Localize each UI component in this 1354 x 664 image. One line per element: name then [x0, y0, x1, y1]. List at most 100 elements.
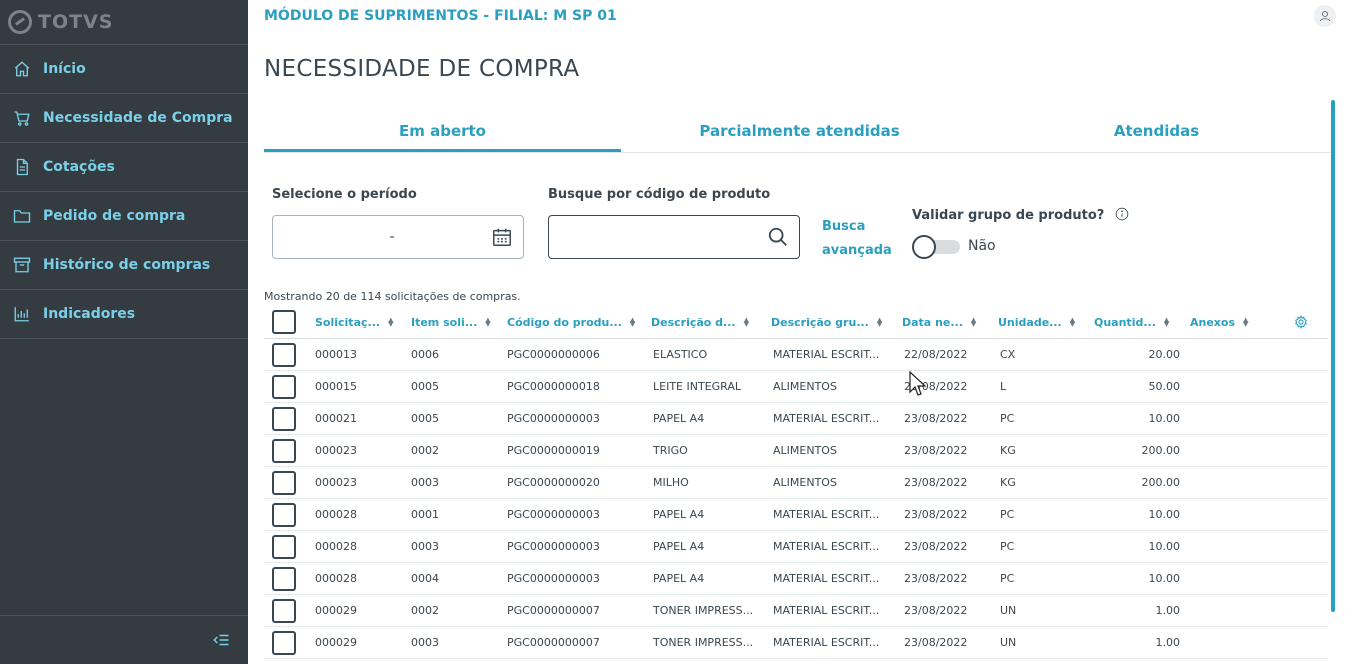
column-header-label: Data ne... [902, 315, 963, 329]
module-title: MÓDULO DE SUPRIMENTOS - FILIAL: M SP 01 [264, 8, 617, 24]
sort-icon[interactable]: ▲ ▼ [388, 317, 393, 328]
cell-quantidade: 200.00 [1141, 444, 1181, 457]
sidebar-item-inicio[interactable]: Início [0, 45, 248, 94]
tab-atendidas[interactable]: Atendidas [978, 110, 1335, 152]
cell-quantidade: 10.00 [1148, 572, 1181, 585]
table-header: Solicitaç... ▲ ▼ Item soli... ▲ ▼ Código do pr… [264, 306, 1328, 339]
calendar-icon[interactable] [491, 226, 513, 248]
tab-parcialmente-atendidas[interactable]: Parcialmente atendidas [621, 110, 978, 152]
row-checkbox-cell [272, 595, 296, 626]
cell-anexos [1192, 467, 1282, 498]
scrollbar[interactable] [1331, 100, 1335, 612]
results-count: Mostrando 20 de 114 solicitações de comp… [264, 290, 521, 303]
table-row[interactable]: 000028 0003 PGC0000000003 PAPEL A4 MATERIAL … [264, 531, 1328, 563]
cell-data-necessidade: 23/08/2022 [904, 380, 968, 393]
sort-icon[interactable]: ▲ ▼ [1243, 317, 1248, 328]
cell-solicitacao: 000028 [315, 572, 357, 585]
tab-em-aberto[interactable]: Em aberto [264, 110, 621, 152]
cell-item: 0001 [411, 508, 439, 521]
row-checkbox[interactable] [272, 342, 296, 367]
table-row[interactable]: 000029 0003 PGC0000000007 TONER IMPRESS... M… [264, 627, 1328, 659]
cell-codigo-produto: PGC0000000003 [507, 412, 600, 425]
cell-anexos [1192, 627, 1282, 658]
select-all-checkbox[interactable] [272, 310, 296, 334]
sidebar-item-pedido-de-compra[interactable]: Pedido de compra [0, 192, 248, 241]
search-label: Busque por código de produto [548, 187, 771, 202]
cell-descricao-grupo: MATERIAL ESCRIT... [773, 604, 880, 617]
row-checkbox-cell [272, 371, 296, 402]
table-row[interactable]: 000015 0005 PGC0000000018 LEITE INTEGRAL ALI… [264, 371, 1328, 403]
cell-anexos [1192, 531, 1282, 562]
product-search-input[interactable] [549, 217, 767, 257]
cell-unidade: UN [1000, 636, 1017, 649]
row-checkbox[interactable] [272, 534, 296, 559]
cell-data-necessidade: 23/08/2022 [904, 476, 968, 489]
collapse-menu-button[interactable] [0, 615, 248, 664]
info-icon[interactable] [1115, 207, 1129, 221]
sidebar-item-historico-de-compras[interactable]: Histórico de compras [0, 241, 248, 290]
column-header-data-necessidade[interactable]: Data ne... ▲ ▼ [902, 306, 992, 338]
column-header-codigo-produto[interactable]: Código do produ... ▲ ▼ [507, 306, 647, 338]
row-checkbox[interactable] [272, 598, 296, 623]
table-row[interactable]: 000021 0005 PGC0000000003 PAPEL A4 MATERIAL … [264, 403, 1328, 435]
column-header-unidade[interactable]: Unidade... ▲ ▼ [998, 306, 1088, 338]
select-all-cell [272, 306, 296, 338]
table-row[interactable]: 000013 0006 PGC0000000006 ELASTICO MATERIAL … [264, 339, 1328, 371]
column-header-item[interactable]: Item soli... ▲ ▼ [411, 306, 501, 338]
cell-unidade: KG [1000, 476, 1016, 489]
advanced-search-link[interactable]: Busca avançada [822, 215, 892, 263]
sidebar-item-indicadores[interactable]: Indicadores [0, 290, 248, 339]
sort-icon[interactable]: ▲ ▼ [485, 317, 490, 328]
cell-data-necessidade: 23/08/2022 [904, 444, 968, 457]
cell-descricao-produto: TONER IMPRESS... [653, 636, 754, 649]
sort-icon[interactable]: ▲ ▼ [744, 317, 749, 328]
sidebar-item-cotacoes[interactable]: Cotações [0, 143, 248, 192]
search-icon[interactable] [767, 226, 789, 248]
sort-icon[interactable]: ▲ ▼ [1070, 317, 1075, 328]
column-header-solicitacao[interactable]: Solicitaç... ▲ ▼ [315, 306, 405, 338]
row-checkbox[interactable] [272, 630, 296, 655]
period-field[interactable]: - [272, 215, 524, 259]
cell-codigo-produto: PGC0000000003 [507, 540, 600, 553]
column-header-anexos[interactable]: Anexos ▲ ▼ [1190, 306, 1280, 338]
cell-quantidade: 200.00 [1141, 476, 1181, 489]
row-checkbox[interactable] [272, 566, 296, 591]
row-checkbox-cell [272, 467, 296, 498]
cell-anexos [1192, 499, 1282, 530]
row-checkbox[interactable] [272, 374, 296, 399]
sort-icon[interactable]: ▲ ▼ [971, 317, 976, 328]
table-row[interactable]: 000028 0004 PGC0000000003 PAPEL A4 MATERIAL … [264, 563, 1328, 595]
column-header-descricao-grupo[interactable]: Descrição gru... ▲ ▼ [771, 306, 896, 338]
row-checkbox-cell [272, 563, 296, 594]
column-header-quantidade[interactable]: Quantid... ▲ ▼ [1094, 306, 1178, 338]
table-row[interactable]: 000028 0001 PGC0000000003 PAPEL A4 MATERIAL … [264, 499, 1328, 531]
cell-data-necessidade: 23/08/2022 [904, 572, 968, 585]
row-checkbox[interactable] [272, 502, 296, 527]
sidebar-item-label: Indicadores [43, 306, 136, 322]
cell-item: 0002 [411, 444, 439, 457]
sort-icon[interactable]: ▲ ▼ [877, 317, 882, 328]
gear-icon[interactable] [1294, 306, 1308, 338]
validate-group-text: Validar grupo de produto? [912, 208, 1105, 223]
sort-icon[interactable]: ▲ ▼ [630, 317, 635, 328]
cell-descricao-produto: PAPEL A4 [653, 508, 705, 521]
validate-group-toggle[interactable] [912, 235, 960, 259]
sort-icon[interactable]: ▲ ▼ [1164, 317, 1169, 328]
cell-data-necessidade: 23/08/2022 [904, 508, 968, 521]
row-checkbox[interactable] [272, 438, 296, 463]
cart-icon [13, 109, 31, 127]
cell-codigo-produto: PGC0000000018 [507, 380, 600, 393]
sidebar-item-necessidade-de-compra[interactable]: Necessidade de Compra [0, 94, 248, 143]
table-row[interactable]: 000023 0002 PGC0000000019 TRIGO ALIMENTOS 23/… [264, 435, 1328, 467]
cell-unidade: UN [1000, 604, 1017, 617]
user-profile-button[interactable] [1314, 5, 1336, 27]
column-header-label: Anexos [1190, 315, 1236, 329]
table-row[interactable]: 000029 0002 PGC0000000007 TONER IMPRESS... M… [264, 595, 1328, 627]
row-checkbox[interactable] [272, 406, 296, 431]
column-header-descricao-produto[interactable]: Descrição d... ▲ ▼ [651, 306, 766, 338]
cell-data-necessidade: 23/08/2022 [904, 604, 968, 617]
row-checkbox[interactable] [272, 470, 296, 495]
cell-descricao-grupo: MATERIAL ESCRIT... [773, 636, 880, 649]
column-header-label: Descrição d... [651, 315, 736, 329]
table-row[interactable]: 000023 0003 PGC0000000020 MILHO ALIMENTOS 23/… [264, 467, 1328, 499]
